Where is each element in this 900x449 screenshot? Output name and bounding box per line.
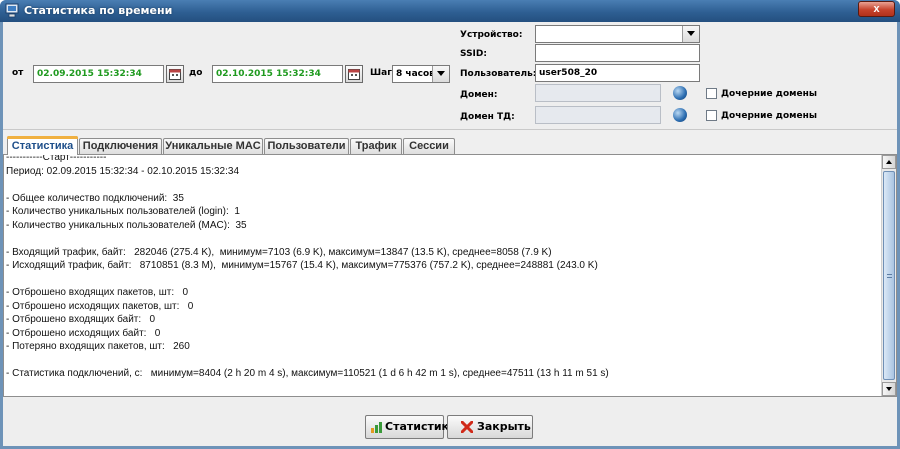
to-label: до (189, 68, 203, 78)
report-line: - Количество уникальных пользователей (M… (6, 219, 247, 231)
report-line: - Отброшено исходящих байт: 0 (6, 327, 161, 339)
report-line: - Исходящий трафик, байт: 8710851 (8.3 M… (6, 260, 598, 271)
step-select[interactable]: 8 часов (392, 65, 450, 83)
report-line: - Отброшено входящих пакетов, шт: 0 (6, 287, 189, 298)
report-line (6, 232, 878, 246)
tab-connections[interactable]: Подключения (79, 138, 162, 154)
chevron-down-icon[interactable] (432, 66, 449, 82)
report-line: - Потеряно входящих пакетов, шт: 260 (6, 341, 190, 352)
domain-field (535, 84, 661, 102)
step-value: 8 часов (396, 69, 435, 79)
button-bar: Статистика Закрыть (3, 398, 897, 446)
close-button-label: Закрыть (477, 420, 531, 433)
calendar-icon (348, 69, 360, 80)
child-domains-checkbox[interactable] (706, 88, 717, 99)
tab-traffic[interactable]: Трафик (350, 138, 402, 154)
report-line: -----------Старт----------- (6, 154, 107, 163)
report-line (6, 354, 878, 368)
statistics-button-label: Статистика (385, 420, 457, 433)
filter-panel: от 02.09.2015 15:32:34 до 02.10.2015 15:… (3, 22, 897, 130)
report-line: - Отброшено исходящих пакетов, шт: 0 (6, 300, 194, 312)
tab-statistics[interactable]: Статистика (7, 136, 78, 155)
user-label: Пользователь: (460, 69, 537, 79)
to-calendar-button[interactable] (345, 65, 363, 83)
ssid-label: SSID: (460, 49, 487, 59)
report-line (6, 381, 878, 395)
report-line (6, 273, 878, 287)
chevron-down-icon[interactable] (682, 26, 699, 42)
report-line: Период: 02.09.2015 15:32:34 - 02.10.2015… (6, 165, 240, 177)
device-select[interactable] (535, 25, 700, 43)
globe-icon[interactable] (673, 86, 687, 100)
user-field[interactable]: user508_20 (535, 64, 700, 82)
report-line: - Входящий трафик, байт: 282046 (275.4 K… (6, 246, 552, 258)
calendar-icon (169, 69, 181, 80)
domain-td-label: Домен ТД: (460, 112, 515, 122)
title-bar[interactable]: Статистика по времени x (0, 0, 900, 22)
close-button[interactable]: Закрыть (447, 415, 533, 439)
report-line: - Общее количество подключений: 35 (6, 192, 184, 204)
scroll-down-button[interactable] (882, 382, 896, 396)
statistics-window: Статистика по времени x от 02.09.2015 15… (0, 0, 900, 449)
report-line: Время выполнения: 0.011 сек (6, 394, 878, 396)
report-line (6, 178, 878, 192)
vertical-scrollbar[interactable] (881, 155, 896, 396)
tab-sessions[interactable]: Сессии (403, 138, 455, 154)
device-label: Устройство: (460, 30, 523, 40)
from-label: от (12, 68, 24, 78)
report-line: - Количество уникальных пользователей (l… (6, 206, 240, 217)
tab-bar: Статистика Подключения Уникальные MAC По… (3, 136, 897, 155)
report-text-area[interactable]: -----------Старт----------- Период: 02.09… (3, 154, 897, 397)
tab-unique-mac[interactable]: Уникальные MAC (163, 138, 263, 154)
scroll-thumb[interactable] (883, 171, 895, 380)
close-icon (461, 421, 473, 433)
grip-icon (887, 274, 892, 278)
window-title: Статистика по времени (24, 4, 173, 17)
bar-chart-icon (371, 422, 382, 433)
scroll-up-button[interactable] (882, 155, 896, 169)
domain-label: Домен: (460, 90, 498, 100)
child-domains-td-label: Дочерние домены (721, 111, 817, 121)
globe-icon[interactable] (673, 108, 687, 122)
app-icon (5, 3, 19, 18)
window-client-area: от 02.09.2015 15:32:34 до 02.10.2015 15:… (3, 22, 897, 446)
ssid-field[interactable] (535, 44, 700, 62)
child-domains-td-checkbox[interactable] (706, 110, 717, 121)
domain-td-field (535, 106, 661, 124)
report-line: - Статистика подключений, с: минимум=840… (6, 368, 609, 379)
from-date-field[interactable]: 02.09.2015 15:32:34 (33, 65, 164, 83)
report-lines: -----------Старт----------- Период: 02.09… (6, 154, 878, 396)
close-icon: x (873, 3, 880, 15)
window-close-button[interactable]: x (858, 1, 895, 17)
from-calendar-button[interactable] (166, 65, 184, 83)
report-line: - Отброшено входящих байт: 0 (6, 314, 156, 325)
child-domains-label: Дочерние домены (721, 89, 817, 99)
to-date-field[interactable]: 02.10.2015 15:32:34 (212, 65, 343, 83)
tab-users[interactable]: Пользователи (264, 138, 349, 154)
statistics-button[interactable]: Статистика (365, 415, 456, 439)
